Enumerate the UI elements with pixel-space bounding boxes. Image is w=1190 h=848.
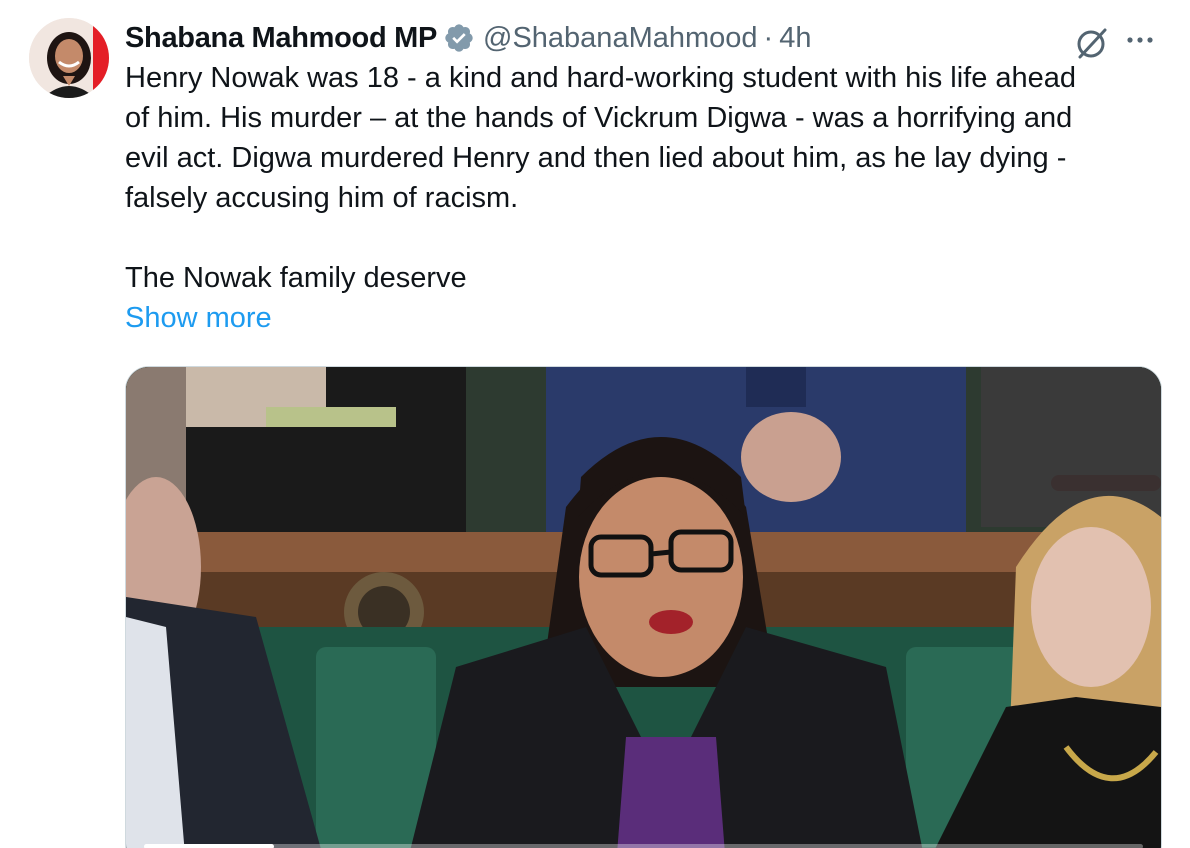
tweet-text-paragraph-2: The Nowak family deserve: [125, 262, 467, 294]
video-frame: [126, 367, 1161, 848]
show-more-link[interactable]: Show more: [125, 298, 272, 338]
avatar[interactable]: [29, 18, 109, 98]
timestamp[interactable]: 4h: [779, 22, 811, 55]
author-handle[interactable]: @ShabanaMahmood: [483, 22, 758, 55]
separator-dot: ·: [763, 21, 774, 54]
verified-badge-icon: [443, 22, 475, 54]
video-progress-bar[interactable]: [144, 844, 1143, 848]
grok-icon[interactable]: [1072, 23, 1112, 63]
tweet-card[interactable]: Shabana Mahmood MP @ShabanaMahmood · 4h …: [0, 0, 1190, 848]
video-progress-fill: [144, 844, 274, 848]
more-options-icon[interactable]: [1120, 22, 1160, 58]
tweet-text-paragraph-1: Henry Nowak was 18 - a kind and hard-wor…: [125, 62, 1077, 214]
avatar-image: [29, 18, 109, 98]
author-name[interactable]: Shabana Mahmood MP: [125, 22, 437, 55]
tweet-content: Shabana Mahmood MP @ShabanaMahmood · 4h …: [125, 18, 1165, 338]
video-player[interactable]: [125, 366, 1162, 848]
tweet-header: Shabana Mahmood MP @ShabanaMahmood · 4h: [125, 18, 1165, 58]
tweet-text-spacer: [125, 218, 1165, 258]
